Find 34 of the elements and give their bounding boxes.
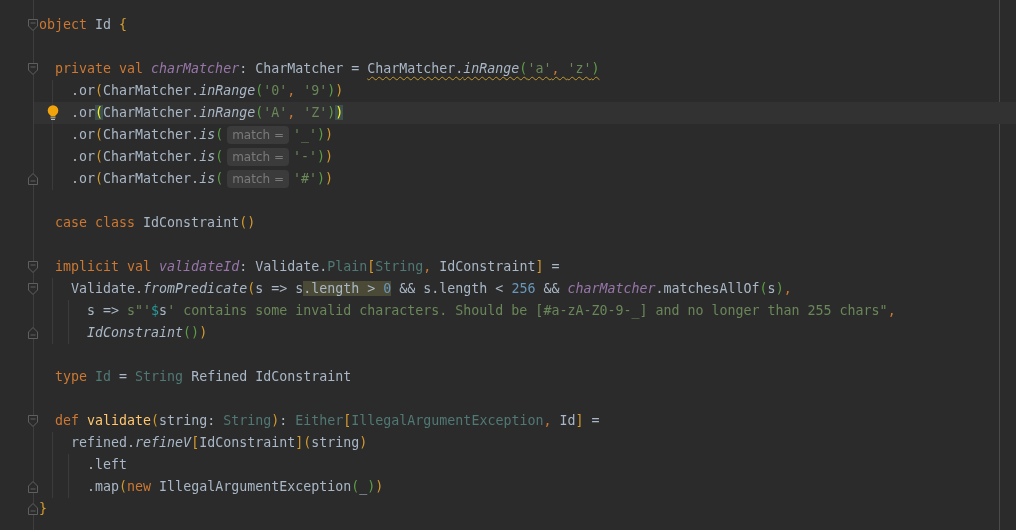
fold-icon[interactable] <box>28 261 38 273</box>
inlay-hint: match = <box>227 148 289 166</box>
code-text: '_')) <box>293 126 334 145</box>
code-text: refined.refineV[IdConstraint](string) <box>70 434 368 452</box>
code-text: IdConstraint()) <box>86 324 208 342</box>
code-text: private val charMatcher: CharMatcher = CharMatcher.inRange('a', 'z') <box>54 60 600 78</box>
inlay-hint: match = <box>227 170 289 188</box>
fold-icon[interactable] <box>28 503 38 515</box>
lightbulb-icon[interactable] <box>47 105 59 120</box>
fold-icon[interactable] <box>28 327 38 339</box>
fold-icon[interactable] <box>28 415 38 427</box>
code-text: def validate(string: String): Either[IllegalArgumentException, Id] = <box>54 412 600 430</box>
fold-icon[interactable] <box>28 63 38 75</box>
fold-icon[interactable] <box>28 481 38 493</box>
code-text: .or(CharMatcher.is( <box>70 148 224 166</box>
code-text: '#')) <box>293 170 334 188</box>
code-text: } <box>39 500 47 518</box>
fold-icon[interactable] <box>28 283 38 295</box>
code-text: implicit val validateId: Validate.Plain[String, IdConstraint] = <box>54 258 560 276</box>
code-text: .or(CharMatcher.is( <box>70 126 224 144</box>
code-text: .or(CharMatcher.is( <box>70 170 224 188</box>
code-text: type Id = String Refined IdConstraint <box>54 368 352 386</box>
code-text: s => s"'$s' contains some invalid characters. Should be [#a-zA-Z0-9-_] and no longer than 255 chars", <box>86 302 896 321</box>
code-text: .or(CharMatcher.inRange('A', 'Z')) <box>70 104 344 122</box>
code-text: .or(CharMatcher.inRange('0', '9')) <box>70 82 344 100</box>
code-text: Validate.fromPredicate(s => s.length > 0 && s.length < 256 && charMatcher.matchesAllOf(s), <box>70 280 792 298</box>
code-text: '-')) <box>293 148 334 166</box>
code-text: case class IdConstraint() <box>54 214 256 232</box>
code-text: .map(new IllegalArgumentException(_)) <box>86 478 384 497</box>
fold-icon[interactable] <box>28 19 38 31</box>
fold-icon[interactable] <box>28 173 38 185</box>
code-text: object Id { <box>39 16 128 34</box>
inlay-hint: match = <box>227 126 289 144</box>
code-text: .left <box>86 456 128 474</box>
